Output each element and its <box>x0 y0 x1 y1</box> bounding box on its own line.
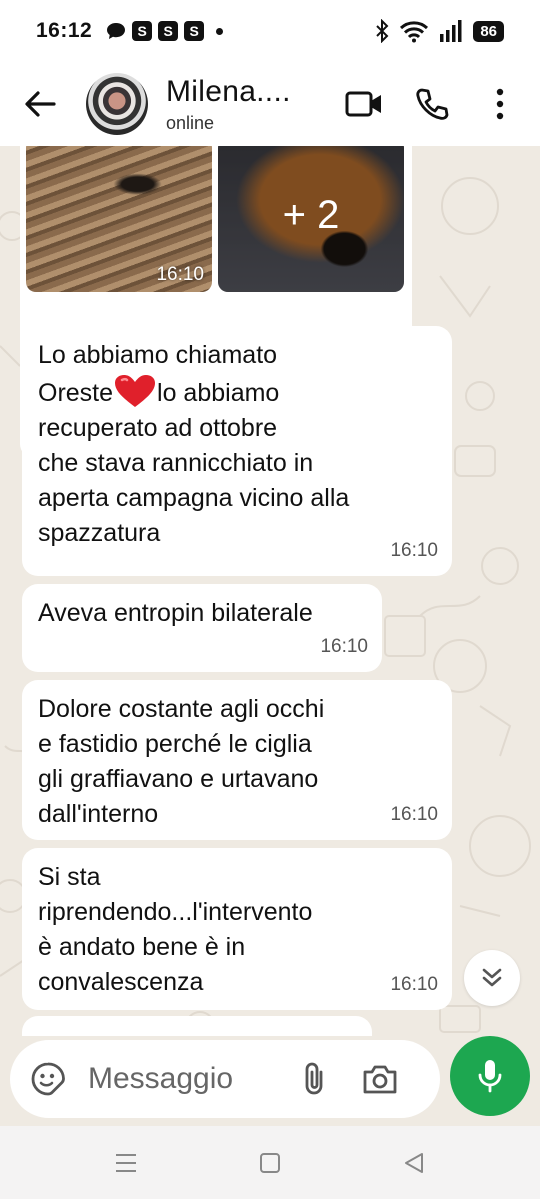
notification-badge: S <box>184 21 205 41</box>
message-timestamp: 16:10 <box>390 540 438 561</box>
recents-button[interactable] <box>102 1139 150 1187</box>
message-input[interactable] <box>88 1062 288 1096</box>
message-input-pill <box>10 1040 440 1118</box>
back-nav-button[interactable] <box>390 1139 438 1187</box>
battery-level: 86 <box>473 20 504 42</box>
message-text: Lo abbiamo chiamato Oreste lo abbiamo rec… <box>38 341 350 547</box>
more-notifications-dot <box>216 27 224 35</box>
wifi-icon <box>400 21 429 43</box>
chat-header: Milena.... online <box>0 62 540 146</box>
sticker-icon <box>31 1062 65 1096</box>
contact-status: online <box>166 112 215 133</box>
menu-lines-icon <box>116 1153 136 1172</box>
home-button[interactable] <box>246 1139 294 1187</box>
video-call-button[interactable] <box>338 78 390 130</box>
triangle-back-icon <box>405 1152 423 1173</box>
double-chevron-down-icon <box>482 968 502 987</box>
video-camera-icon <box>345 91 381 117</box>
arrow-left-icon <box>25 91 56 117</box>
voice-message-button[interactable] <box>450 1036 530 1116</box>
message-text: Dolore costante agli occhi e fastidio pe… <box>38 695 325 828</box>
message-list[interactable]: 16:10 + 2 Lo abbiamo chiamato Oreste lo a… <box>0 146 540 1036</box>
message-timestamp: 16:10 <box>320 636 368 657</box>
media-timestamp: 16:10 <box>156 264 204 285</box>
message-composer <box>0 1036 540 1126</box>
notification-badge: S <box>132 21 153 41</box>
message-bubble[interactable]: Aveva entropin bilaterale 16:10 <box>22 584 382 672</box>
paperclip-icon <box>305 1062 323 1095</box>
status-time: 16:12 <box>36 19 93 42</box>
microphone-icon <box>478 1060 502 1093</box>
message-text: Aveva entropin bilaterale <box>38 599 313 627</box>
square-home-icon <box>260 1152 280 1173</box>
status-bar: 16:12 S S S 86 <box>0 0 540 62</box>
voice-call-button[interactable] <box>406 78 458 130</box>
system-navigation-bar <box>0 1126 540 1199</box>
message-bubble-partial[interactable] <box>22 1016 372 1036</box>
camera-button[interactable] <box>356 1055 404 1103</box>
sticker-button[interactable] <box>24 1055 72 1103</box>
whatsapp-chat-screen: 16:12 S S S 86 Milena.... online 16:10 +… <box>0 0 540 1199</box>
more-photos-count: + 2 <box>282 192 340 237</box>
contact-avatar[interactable] <box>86 73 148 135</box>
back-button[interactable] <box>12 76 68 132</box>
bluetooth-icon <box>376 19 389 43</box>
message-bubble[interactable]: Lo abbiamo chiamato Oreste lo abbiamo rec… <box>22 326 452 576</box>
contact-info[interactable]: Milena.... online <box>166 75 291 134</box>
message-timestamp: 16:10 <box>390 974 438 995</box>
chat-notification-icon <box>107 23 126 39</box>
notification-badge: S <box>158 21 179 41</box>
message-bubble[interactable]: Dolore costante agli occhi e fastidio pe… <box>22 680 452 840</box>
message-text: Si sta riprendendo...l'intervento è anda… <box>38 863 313 996</box>
scroll-to-bottom-button[interactable] <box>464 950 520 1006</box>
photo-thumbnail-more[interactable]: + 2 <box>218 146 404 292</box>
red-heart-icon <box>115 375 156 407</box>
signal-icon <box>440 20 462 42</box>
message-bubble[interactable]: Si sta riprendendo...l'intervento è anda… <box>22 848 452 1010</box>
more-vertical-icon <box>496 88 504 120</box>
photo-thumbnail[interactable]: 16:10 <box>26 146 212 292</box>
phone-icon <box>416 88 449 120</box>
attach-button[interactable] <box>290 1055 338 1103</box>
message-timestamp: 16:10 <box>390 804 438 825</box>
more-options-button[interactable] <box>474 78 526 130</box>
contact-name: Milena.... <box>166 74 291 108</box>
camera-icon <box>363 1065 397 1094</box>
